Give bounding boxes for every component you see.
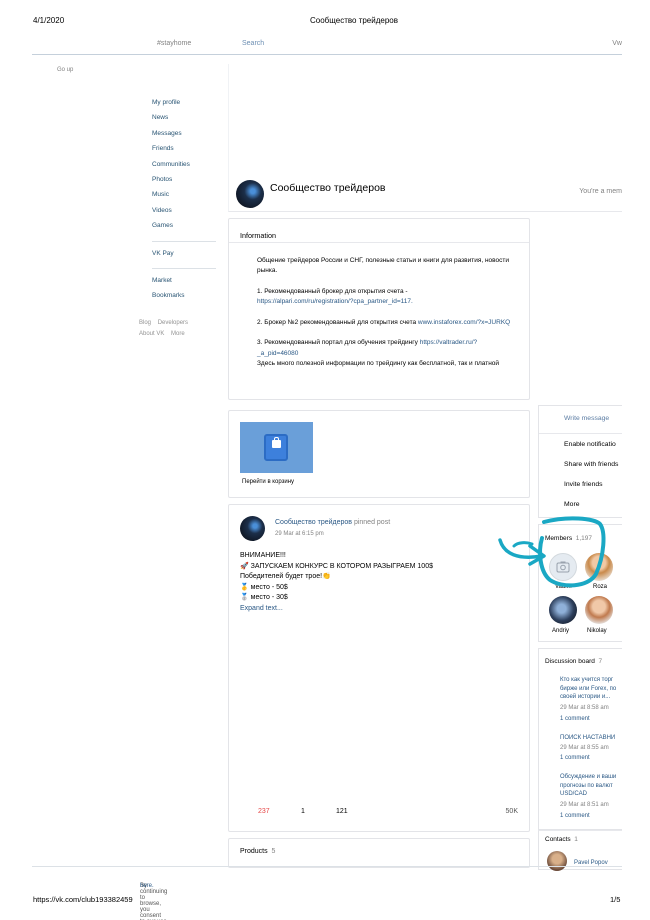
divider bbox=[539, 433, 622, 434]
contacts-heading[interactable]: Contacts 1 bbox=[545, 836, 578, 843]
post-line: ВНИМАНИЕ!!! bbox=[240, 552, 286, 559]
member-name[interactable]: Nikolay bbox=[587, 628, 607, 634]
post-header: Сообщество трейдеров pinned post bbox=[275, 519, 390, 526]
comments-count[interactable]: 1 bbox=[301, 808, 305, 815]
contacts-count: 1 bbox=[574, 836, 578, 843]
info-portal: 3. Рекомендованный портал для обучения т… bbox=[257, 339, 478, 357]
enable-notifications-action[interactable]: Enable notificatio bbox=[564, 441, 616, 448]
nav-messages[interactable]: Messages bbox=[152, 128, 216, 143]
topic-title-3[interactable]: Обсуждение и ваши прогнозы по валют USD/… bbox=[560, 773, 616, 799]
footer-link-developers[interactable]: Developers bbox=[158, 320, 188, 326]
products-card: Products 5 bbox=[228, 838, 530, 868]
left-nav: My profile News Messages Friends Communi… bbox=[152, 97, 216, 306]
information-heading: Information bbox=[229, 219, 529, 243]
post-line: 🚀 ЗАПУСКАЕМ КОНКУРС В КОТОРОМ РАЗЫГРАЕМ … bbox=[240, 562, 433, 570]
discussion-heading[interactable]: Discussion board 7 bbox=[545, 658, 602, 665]
more-actions[interactable]: More bbox=[564, 501, 580, 508]
broker-2-link[interactable]: www.instaforex.com/?x=JURKQ bbox=[418, 319, 510, 326]
post-date[interactable]: 29 Mar at 6:15 pm bbox=[275, 531, 324, 537]
footer-link-about[interactable]: About VK bbox=[139, 331, 164, 337]
likes-count[interactable]: 237 bbox=[258, 808, 270, 815]
nav-bookmarks[interactable]: Bookmarks bbox=[152, 290, 216, 305]
nav-music[interactable]: Music bbox=[152, 189, 216, 204]
info-broker-1: 1. Рекомендованный брокер для открытия с… bbox=[257, 287, 413, 306]
topic-title-1[interactable]: Кто как учится торг бирже или Forex, по … bbox=[560, 676, 616, 702]
topic-title-2[interactable]: ПОИСК НАСТАВНИ bbox=[560, 734, 615, 743]
views-count: 50K bbox=[505, 808, 518, 815]
go-up-link[interactable]: Go up bbox=[57, 67, 73, 73]
cookie-policy-link[interactable]: here. bbox=[140, 883, 154, 889]
post-line: 🥇 место - 50$ bbox=[240, 583, 288, 591]
post-author-avatar[interactable] bbox=[240, 516, 265, 541]
topic-date: 29 Mar at 8:58 am bbox=[560, 705, 609, 711]
write-message-button[interactable]: Write message bbox=[564, 415, 609, 422]
nav-photos[interactable]: Photos bbox=[152, 174, 216, 189]
print-title: Сообщество трейдеров bbox=[310, 16, 398, 25]
go-to-cart-link[interactable]: Перейти в корзину bbox=[242, 479, 294, 485]
footer-links-row1: Blog Developers bbox=[139, 320, 188, 326]
member-avatar-andriy[interactable] bbox=[549, 596, 577, 624]
print-date: 4/1/2020 bbox=[33, 16, 65, 25]
top-user-link[interactable]: #stayhome bbox=[157, 40, 191, 47]
share-with-friends-action[interactable]: Share with friends bbox=[564, 461, 618, 468]
footer-link-more[interactable]: More bbox=[171, 331, 185, 337]
discussion-count: 7 bbox=[598, 658, 603, 665]
post-line: 🥈 место - 30$ bbox=[240, 594, 288, 601]
discussion-board: Discussion board 7 Кто как учится торг б… bbox=[538, 648, 622, 830]
topic-comments-link[interactable]: 1 comment bbox=[560, 716, 590, 722]
nav-games[interactable]: Games bbox=[152, 220, 216, 235]
shares-count[interactable]: 121 bbox=[336, 808, 348, 815]
products-count: 5 bbox=[271, 848, 276, 855]
info-broker-2: 2. Брокер №2 рекомендованный для открыти… bbox=[257, 318, 511, 326]
member-avatar-nikolay[interactable] bbox=[585, 596, 613, 624]
community-name: Сообщество трейдеров bbox=[270, 182, 386, 194]
cart-banner[interactable] bbox=[240, 422, 313, 473]
post-line: Победителей будет трое!👏 bbox=[240, 573, 331, 580]
top-right-menu[interactable]: Vw bbox=[612, 40, 622, 47]
cookie-banner: By continuing to browse, you consent to … bbox=[32, 866, 622, 920]
nav-market[interactable]: Market bbox=[152, 275, 216, 290]
shopping-bag-icon bbox=[264, 434, 288, 461]
top-bar: #stayhome Search Vw bbox=[32, 33, 622, 55]
community-actions: Write message Enable notificatio Share w… bbox=[538, 405, 622, 518]
nav-vk-pay[interactable]: VK Pay bbox=[152, 248, 216, 263]
topic-comments-link[interactable]: 1 comment bbox=[560, 813, 590, 819]
nav-divider bbox=[152, 267, 216, 269]
membership-status[interactable]: You're a mem bbox=[579, 188, 622, 195]
community-avatar[interactable] bbox=[236, 180, 264, 208]
print-url: https://vk.com/club193382459 bbox=[33, 895, 133, 904]
nav-communities[interactable]: Communities bbox=[152, 159, 216, 174]
information-card: Information Общение трейдеров России и С… bbox=[228, 218, 530, 400]
topic-comments-link[interactable]: 1 comment bbox=[560, 755, 590, 761]
annotation-circle-arrow-icon bbox=[498, 516, 606, 588]
pinned-post: Сообщество трейдеров pinned post 29 Mar … bbox=[228, 504, 530, 832]
nav-my-profile[interactable]: My profile bbox=[152, 97, 216, 112]
footer-link-blog[interactable]: Blog bbox=[139, 320, 151, 326]
shop-card: Перейти в корзину bbox=[228, 410, 530, 498]
info-description: Общение трейдеров России и СНГ, полезные… bbox=[257, 257, 510, 275]
topic-date: 29 Mar at 8:55 am bbox=[560, 745, 609, 751]
community-header: Сообщество трейдеров You're a mem bbox=[228, 64, 622, 212]
info-footer-text: Здесь много полезной информации по трейд… bbox=[257, 359, 500, 367]
nav-news[interactable]: News bbox=[152, 112, 216, 127]
nav-friends[interactable]: Friends bbox=[152, 143, 216, 158]
search-input[interactable]: Search bbox=[242, 40, 264, 47]
products-heading[interactable]: Products 5 bbox=[240, 848, 275, 855]
pinned-label: pinned post bbox=[352, 519, 391, 526]
post-author-link[interactable]: Сообщество трейдеров bbox=[275, 519, 352, 526]
information-body: Общение трейдеров России и СНГ, полезные… bbox=[229, 243, 529, 369]
contacts-block: Contacts 1 Pavel Popov bbox=[538, 830, 622, 871]
broker-1-link[interactable]: https://alpari.com/ru/registration/?cpa_… bbox=[257, 298, 413, 305]
expand-text-link[interactable]: Expand text... bbox=[240, 604, 433, 615]
print-page-number: 1/5 bbox=[610, 895, 621, 904]
nav-videos[interactable]: Videos bbox=[152, 205, 216, 220]
nav-divider bbox=[152, 240, 216, 242]
member-name[interactable]: Andriy bbox=[552, 628, 569, 634]
topic-date: 29 Mar at 8:51 am bbox=[560, 802, 609, 808]
invite-friends-action[interactable]: Invite friends bbox=[564, 481, 603, 488]
post-text: ВНИМАНИЕ!!! 🚀 ЗАПУСКАЕМ КОНКУРС В КОТОРО… bbox=[240, 551, 433, 614]
footer-links-row2: About VK More bbox=[139, 331, 185, 337]
